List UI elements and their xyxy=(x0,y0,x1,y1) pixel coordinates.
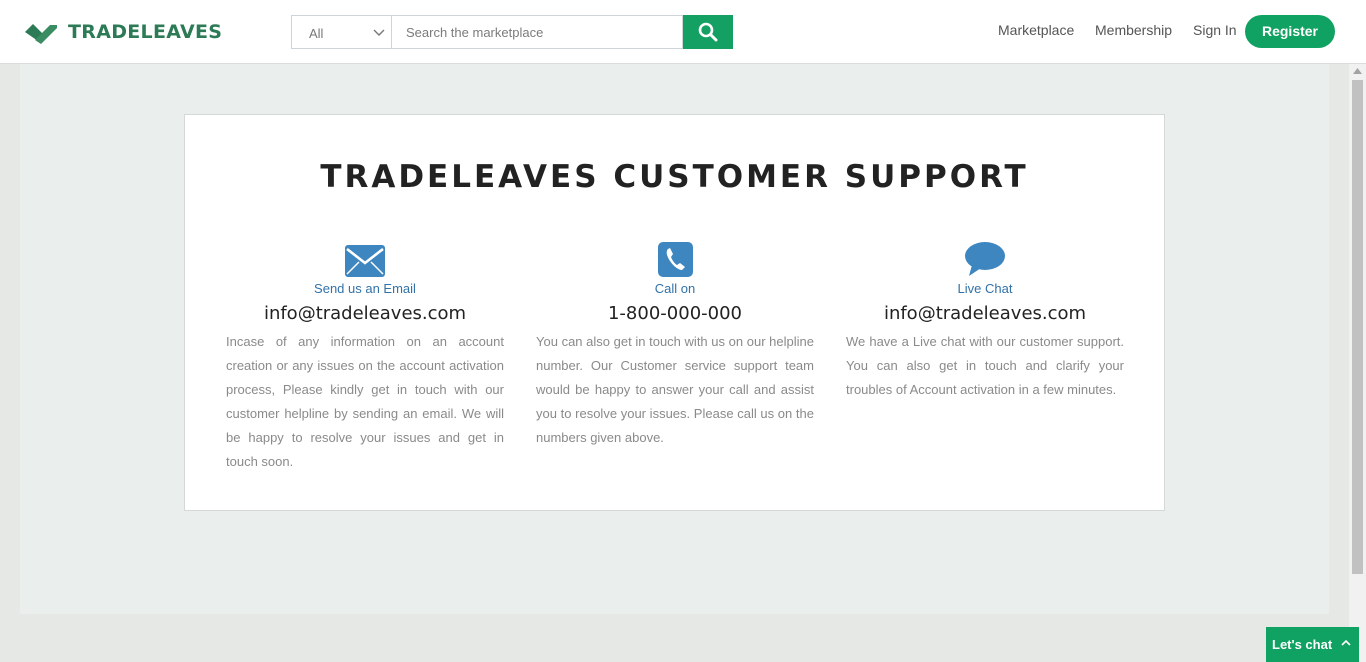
scrollbar-thumb[interactable] xyxy=(1352,80,1363,574)
scroll-up-arrow-icon[interactable] xyxy=(1353,68,1362,74)
chevron-down-icon xyxy=(373,29,385,36)
support-email-column: Send us an Email info@tradeleaves.com In… xyxy=(226,241,504,474)
lets-chat-label: Let's chat xyxy=(1272,637,1333,652)
support-chat-column: Live Chat info@tradeleaves.com We have a… xyxy=(846,241,1124,402)
register-button[interactable]: Register xyxy=(1245,15,1335,48)
chat-description: We have a Live chat with our customer su… xyxy=(846,334,1124,397)
phone-label: Call on xyxy=(654,281,696,296)
support-phone-column: Call on 1-800-000-000 You can also get i… xyxy=(536,241,814,450)
phone-value[interactable]: 1-800-000-000 xyxy=(536,303,814,324)
chat-bubble-icon xyxy=(965,242,1005,276)
brand-name: TRADELEAVES xyxy=(68,21,223,43)
brand-logo[interactable]: TRADELEAVES xyxy=(24,18,222,46)
search-input[interactable] xyxy=(391,15,683,49)
lets-chat-button[interactable]: Let's chat xyxy=(1266,627,1359,662)
sign-in-link[interactable]: Sign In xyxy=(1193,22,1237,38)
email-value[interactable]: info@tradeleaves.com xyxy=(226,303,504,324)
search-icon xyxy=(698,22,718,42)
tradeleaves-logo-icon xyxy=(25,24,57,44)
category-select-value: All xyxy=(309,26,324,41)
phone-description: You can also get in touch with us on our… xyxy=(536,334,814,445)
phone-icon xyxy=(657,242,693,277)
search-bar: All xyxy=(291,15,733,49)
nav-membership-link[interactable]: Membership xyxy=(1095,22,1172,38)
envelope-icon xyxy=(345,245,385,277)
category-select[interactable]: All xyxy=(291,15,391,49)
chat-label: Live Chat xyxy=(957,281,1013,296)
email-description: Incase of any information on an account … xyxy=(226,334,504,469)
page-scrollbar[interactable] xyxy=(1349,64,1366,662)
page-title: TRADELEAVES CUSTOMER SUPPORT xyxy=(320,159,1029,195)
chevron-up-icon xyxy=(1341,639,1351,646)
support-card: TRADELEAVES CUSTOMER SUPPORT Send us an … xyxy=(184,114,1165,511)
email-label: Send us an Email xyxy=(314,281,416,296)
chat-value[interactable]: info@tradeleaves.com xyxy=(846,303,1124,324)
search-button[interactable] xyxy=(683,15,733,49)
nav-marketplace-link[interactable]: Marketplace xyxy=(998,22,1074,38)
top-header: TRADELEAVES All Marketplace Membership S… xyxy=(0,0,1366,64)
